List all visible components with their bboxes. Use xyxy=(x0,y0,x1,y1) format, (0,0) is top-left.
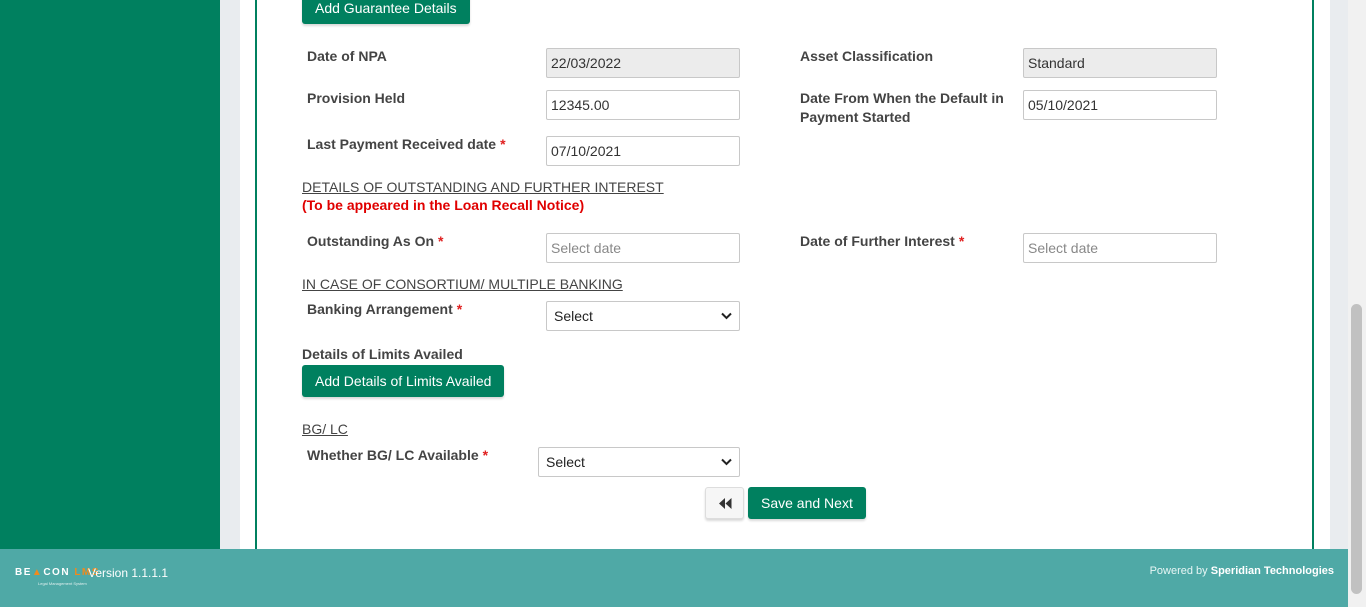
powered-by-text: Powered by Speridian Technologies xyxy=(1150,565,1334,577)
required-asterisk: * xyxy=(482,447,489,463)
bglc-available-select[interactable]: Select xyxy=(538,447,740,477)
back-button[interactable] xyxy=(705,487,744,519)
banking-arrangement-select[interactable]: Select xyxy=(546,301,740,331)
required-asterisk: * xyxy=(958,233,965,249)
last-payment-label-text: Last Payment Received date xyxy=(307,136,497,152)
asset-classification-label: Asset Classification xyxy=(800,48,934,64)
bglc-section-title: BG/ LC xyxy=(302,421,348,437)
default-date-label-line2: Payment Started xyxy=(800,109,911,125)
date-of-npa-input[interactable] xyxy=(546,48,740,78)
outstanding-section-title: DETAILS OF OUTSTANDING AND FURTHER INTER… xyxy=(302,179,664,195)
outstanding-as-on-input[interactable] xyxy=(546,233,740,263)
powered-by-label: Powered by xyxy=(1149,565,1208,577)
date-of-npa-label: Date of NPA xyxy=(307,48,387,64)
further-interest-label: Date of Further Interest * xyxy=(800,232,964,251)
required-asterisk: * xyxy=(438,233,444,249)
banking-arrangement-label-text: Banking Arrangement xyxy=(307,301,453,317)
provision-held-input[interactable] xyxy=(546,90,740,120)
bglc-available-label: Whether BG/ LC Available * xyxy=(307,446,488,465)
company-name: Speridian Technologies xyxy=(1210,565,1334,577)
limits-section-title: Details of Limits Availed xyxy=(302,346,463,362)
default-date-label: Date From When the Default in Payment St… xyxy=(800,89,1010,127)
further-interest-input[interactable] xyxy=(1023,233,1217,263)
further-interest-label-text: Date of Further Interest xyxy=(800,233,955,249)
default-date-label-line1: Date From When the Default in xyxy=(800,90,1004,106)
consortium-section-title: IN CASE OF CONSORTIUM/ MULTIPLE BANKING xyxy=(302,276,623,292)
footer: BE▲CON LMS Legal Management System Versi… xyxy=(0,549,1348,607)
provision-held-label: Provision Held xyxy=(307,90,406,106)
logo-subtitle: Legal Management System xyxy=(38,581,87,586)
bglc-available-value: Select xyxy=(546,454,585,470)
banking-arrangement-value: Select xyxy=(554,308,593,324)
version-text: Version 1.1.1.1 xyxy=(88,566,169,580)
outstanding-as-on-label: Outstanding As On * xyxy=(307,232,444,251)
last-payment-date-input[interactable] xyxy=(546,136,740,166)
outstanding-as-on-label-text: Outstanding As On xyxy=(307,233,435,249)
required-asterisk: * xyxy=(456,301,463,317)
required-asterisk: * xyxy=(500,136,506,152)
asset-classification-input[interactable] xyxy=(1023,48,1217,78)
double-chevron-left-icon xyxy=(719,498,732,509)
default-date-input[interactable] xyxy=(1023,90,1217,120)
chevron-down-icon xyxy=(721,312,732,320)
logo-text-con: CON xyxy=(43,567,71,578)
sidebar xyxy=(0,0,220,549)
scrollbar-thumb[interactable] xyxy=(1351,304,1362,594)
banking-arrangement-label: Banking Arrangement * xyxy=(307,300,462,319)
page-scrollbar[interactable] xyxy=(1348,0,1366,607)
save-and-next-button[interactable]: Save and Next xyxy=(748,487,866,519)
add-limits-availed-button[interactable]: Add Details of Limits Availed xyxy=(302,365,505,397)
bglc-available-label-text: Whether BG/ LC Available xyxy=(307,447,479,463)
chevron-down-icon xyxy=(721,458,732,466)
outstanding-section-note: (To be appeared in the Loan Recall Notic… xyxy=(302,197,585,213)
add-guarantee-details-button[interactable]: Add Guarantee Details xyxy=(302,0,470,24)
logo-accent-a: ▲ xyxy=(31,567,44,578)
last-payment-label: Last Payment Received date * xyxy=(307,135,506,154)
logo-text-be: BE xyxy=(15,567,32,578)
